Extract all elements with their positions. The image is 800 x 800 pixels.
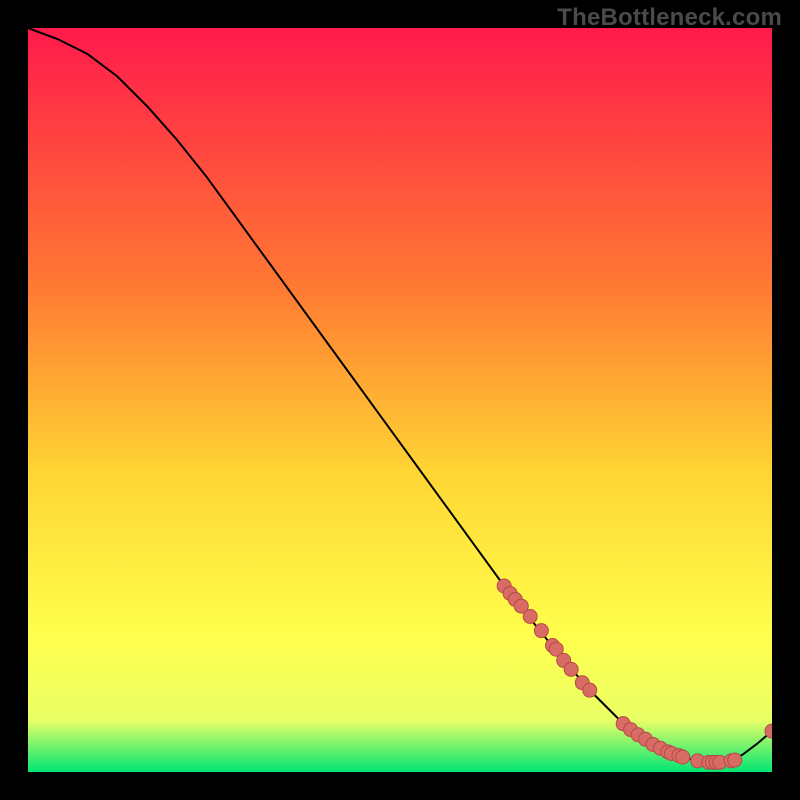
chart-frame: TheBottleneck.com	[0, 0, 800, 800]
sample-point	[676, 750, 690, 764]
plot-area	[28, 28, 772, 772]
plot-svg	[28, 28, 772, 772]
sample-point	[728, 753, 742, 767]
sample-point	[534, 624, 548, 638]
sample-point	[523, 610, 537, 624]
gradient-background	[28, 28, 772, 772]
sample-point	[564, 662, 578, 676]
sample-point	[583, 683, 597, 697]
